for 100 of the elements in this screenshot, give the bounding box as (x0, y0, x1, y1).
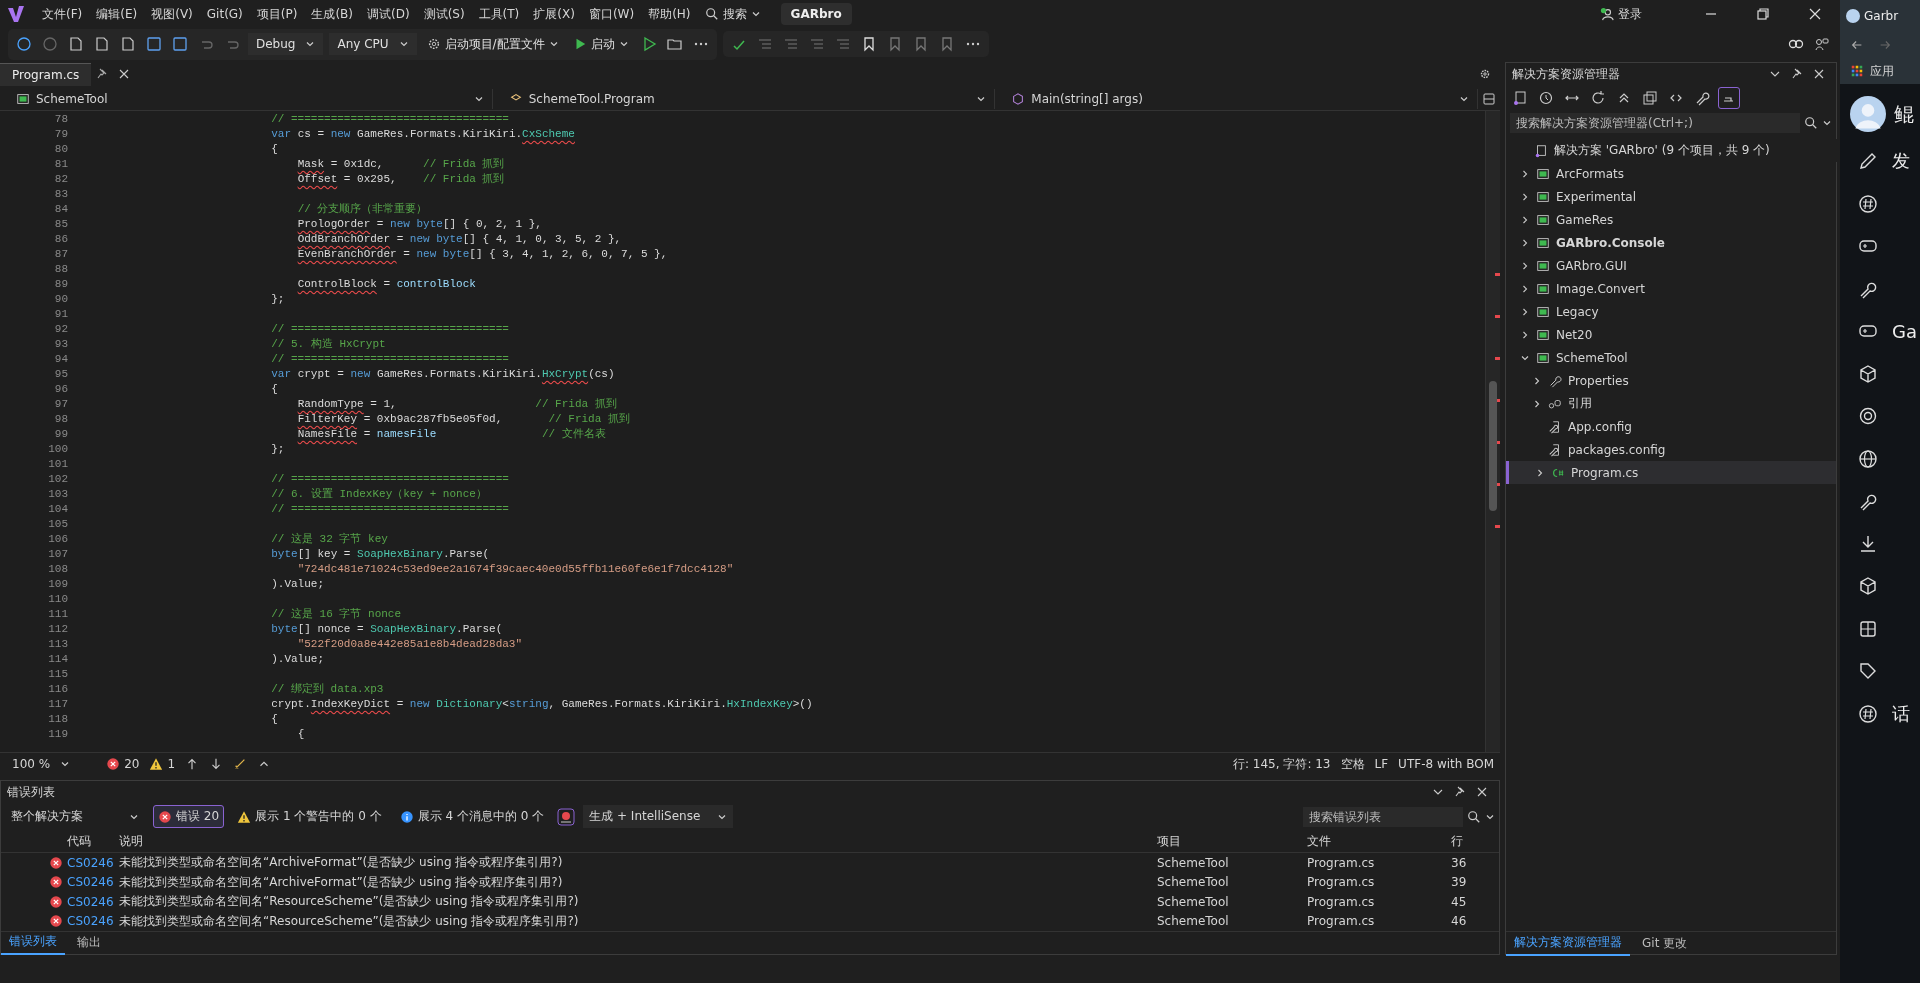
menu-item[interactable]: 窗口(W) (582, 2, 641, 26)
chevron-right-icon[interactable] (1535, 467, 1545, 478)
tree-item[interactable]: Net20 (1556, 327, 1593, 342)
chevron-right-icon[interactable] (1532, 375, 1542, 386)
column-header[interactable]: 项目 (1157, 832, 1307, 850)
globe-icon[interactable] (1858, 448, 1878, 469)
chevron-right-icon[interactable] (1520, 283, 1530, 294)
panel-tab[interactable]: 解决方案资源管理器 (1506, 930, 1630, 956)
restore-icon[interactable] (1756, 7, 1770, 21)
line-ending[interactable]: LF (1374, 757, 1389, 771)
save-icon[interactable] (144, 34, 164, 54)
configuration-dropdown[interactable]: Debug (248, 33, 324, 55)
column-header[interactable]: 说明 (119, 832, 1157, 850)
cube-icon[interactable] (1858, 363, 1878, 384)
filter-toggle[interactable]: 展示 4 个消息中的 0 个 (394, 805, 550, 829)
pencil-icon[interactable] (1858, 151, 1878, 172)
filter-toggle[interactable]: 展示 1 个警告中的 0 个 (232, 805, 387, 829)
error-code-link[interactable]: CS0246 (67, 855, 114, 870)
close-icon[interactable] (118, 68, 131, 80)
grid-icon[interactable] (1858, 618, 1878, 639)
browser-tab[interactable]: Garbr (1864, 9, 1899, 23)
menu-item[interactable]: 项目(P) (250, 2, 304, 26)
login-button[interactable]: 登录 (1594, 4, 1648, 24)
search-menu[interactable]: 搜索 (698, 2, 767, 26)
pin-icon[interactable] (96, 68, 109, 80)
error-count[interactable]: 20 (106, 757, 140, 771)
chevron-right-icon[interactable] (1520, 191, 1530, 202)
chevron-right-icon[interactable] (1520, 306, 1530, 317)
close-icon[interactable] (1476, 786, 1488, 798)
tree-item[interactable]: Properties (1568, 373, 1629, 388)
menu-item[interactable]: 测试(S) (417, 2, 471, 26)
tree-item[interactable]: GARbro.Console (1556, 235, 1665, 250)
tree-item[interactable]: ArcFormats (1556, 166, 1624, 181)
tree-item[interactable]: Program.cs (1571, 465, 1639, 480)
source-dropdown[interactable]: 生成 + IntelliSense (583, 805, 734, 829)
zoom-dropdown[interactable]: 100 % (6, 756, 77, 772)
scrollbar[interactable] (1485, 111, 1500, 752)
cube-icon[interactable] (1858, 576, 1878, 597)
error-code-link[interactable]: CS0246 (67, 914, 114, 929)
menu-item[interactable]: 视图(V) (145, 2, 199, 26)
chevron-right-icon[interactable] (1532, 398, 1542, 409)
warning-count[interactable]: 1 (149, 757, 176, 771)
type-dropdown[interactable]: SchemeTool.Program (492, 89, 996, 109)
filter-toggle[interactable]: 错误 20 (153, 805, 225, 829)
cursor-position[interactable]: 行: 145, 字符: 13 (1233, 755, 1331, 773)
tree-item[interactable]: Image.Convert (1556, 281, 1645, 296)
error-code-link[interactable]: CS0246 (67, 875, 114, 890)
split-icon[interactable] (1483, 93, 1495, 105)
start-button[interactable]: 启动 (568, 31, 633, 57)
filter-icon[interactable] (557, 807, 576, 826)
member-dropdown[interactable]: Main(string[] args) (995, 89, 1478, 109)
platform-dropdown[interactable]: Any CPU (329, 33, 417, 55)
tree-item[interactable]: App.config (1568, 419, 1632, 434)
panel-tab[interactable]: Git 更改 (1634, 931, 1696, 955)
hash-icon[interactable] (1858, 703, 1878, 724)
column-header[interactable]: 文件 (1307, 832, 1451, 850)
panel-tab[interactable]: 错误列表 (1, 930, 65, 956)
tree-item[interactable]: 引用 (1568, 395, 1592, 412)
menu-item[interactable]: 调试(D) (361, 2, 416, 26)
tree-item[interactable]: GameRes (1556, 212, 1614, 227)
tree-item[interactable]: SchemeTool (1556, 350, 1628, 365)
menu-item[interactable]: 工具(T) (472, 2, 526, 26)
pin-icon[interactable] (1791, 68, 1803, 80)
menu-item[interactable]: Ga (1892, 320, 1917, 342)
tree-item[interactable]: packages.config (1568, 442, 1666, 457)
apps-icon[interactable] (1850, 64, 1864, 78)
menu-item[interactable]: 编辑(E) (90, 2, 144, 26)
panel-tab[interactable]: 输出 (69, 931, 109, 955)
column-header[interactable]: 代码 (67, 832, 119, 850)
download-icon[interactable] (1858, 533, 1878, 554)
encoding[interactable]: UTF-8 with BOM (1398, 757, 1494, 771)
tree-item[interactable]: Legacy (1556, 304, 1599, 319)
menu-item[interactable]: Git(G) (200, 4, 249, 24)
save-icon[interactable] (170, 34, 190, 54)
column-header[interactable]: 行 (1451, 832, 1491, 850)
menu-item[interactable]: 发 (1892, 149, 1910, 174)
close-icon[interactable] (1808, 7, 1822, 21)
back-icon[interactable] (1850, 38, 1864, 52)
tree-item[interactable]: GARbro.GUI (1556, 258, 1627, 273)
hash-icon[interactable] (1858, 193, 1878, 214)
startup-project-button[interactable]: 启动项目/配置文件 (422, 31, 563, 57)
menu-item[interactable]: 生成(B) (305, 2, 359, 26)
menu-item[interactable]: 扩展(X) (527, 2, 581, 26)
pin-icon[interactable] (1454, 786, 1466, 798)
error-code-link[interactable]: CS0246 (67, 894, 114, 909)
chevron-right-icon[interactable] (1520, 260, 1530, 271)
target-icon[interactable] (1858, 406, 1878, 427)
project-dropdown[interactable]: SchemeTool (0, 89, 493, 109)
chevron-right-icon[interactable] (1520, 214, 1530, 225)
chevron-right-icon[interactable] (1520, 168, 1530, 179)
indent-mode[interactable]: 空格 (1340, 755, 1365, 773)
menu-item[interactable]: 文件(F) (36, 2, 89, 26)
back-icon[interactable] (14, 34, 34, 54)
tree-item[interactable]: 解决方案 'GARbro' (9 个项目，共 9 个) (1554, 142, 1770, 159)
search-field[interactable]: 搜索错误列表 (1303, 806, 1463, 827)
close-icon[interactable] (1813, 68, 1825, 80)
menu-item[interactable]: 话 (1892, 701, 1910, 726)
preview-icon[interactable] (1718, 87, 1740, 109)
tree-item[interactable]: Experimental (1556, 189, 1637, 204)
document-tab[interactable]: Program.cs (0, 62, 92, 86)
